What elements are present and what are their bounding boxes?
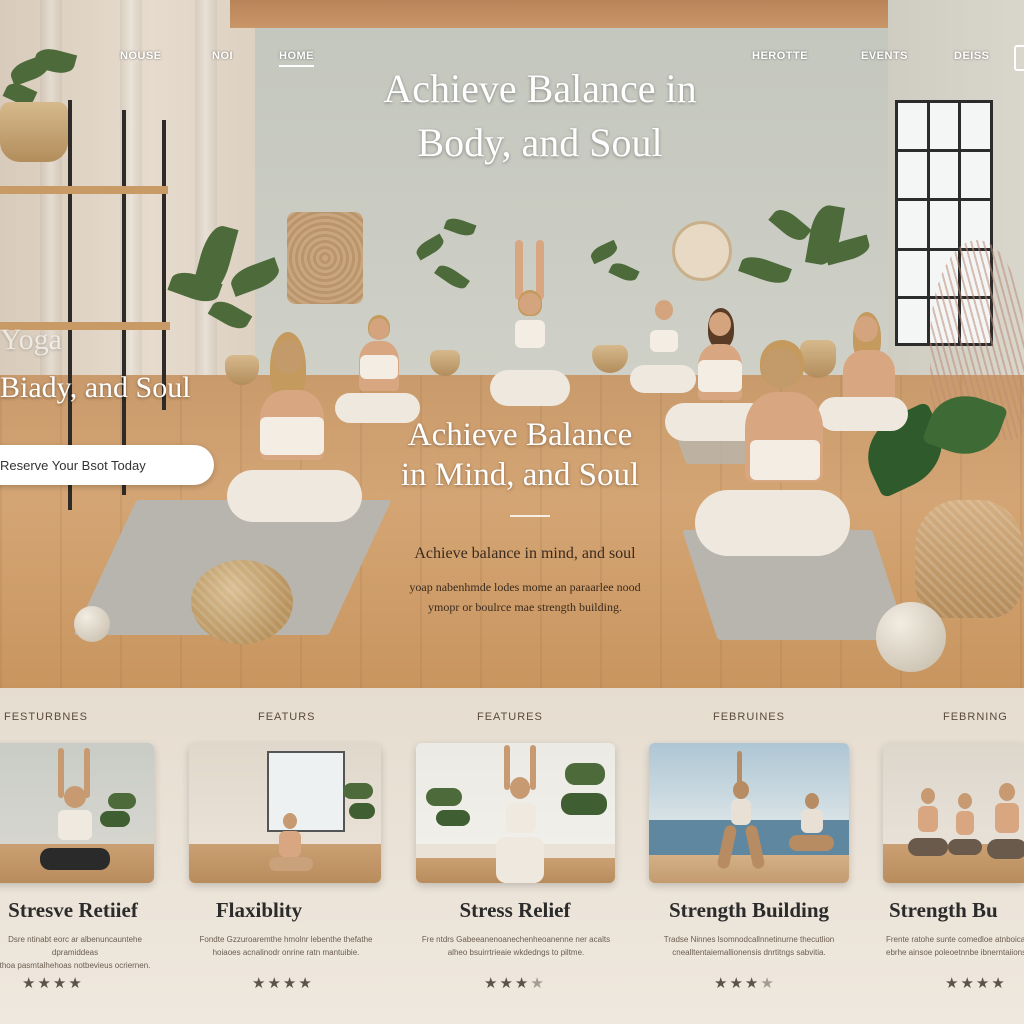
hero-section: NOUSE NOI HOME HEROTTE EVENTS DEISS Achi… <box>0 0 1024 688</box>
feature-title: Strength Bu <box>889 898 998 922</box>
rating-stars: ★★★★ <box>252 974 314 993</box>
menu-edge-icon[interactable] <box>1014 45 1024 71</box>
nav-item-noi[interactable]: NOI <box>212 50 233 62</box>
description-line1: yoap nabenhmde lodes mome an paraarlee n… <box>409 580 641 594</box>
yoga-person <box>690 340 850 560</box>
mid-title: Achieve Balance in Mind, and Soul <box>350 415 690 495</box>
star-icon: ★★★★ <box>252 976 314 992</box>
side-title-line2: Biady, and Soul <box>0 371 191 404</box>
feature-text-line: Tradse Ninnes lsomnodcallnnetinurne thec… <box>663 935 835 944</box>
feature-text: Frente ratohe sunte comedloe atnboicate … <box>886 933 1024 959</box>
nav-item-events[interactable]: EVENTS <box>861 50 908 62</box>
feature-card-image[interactable] <box>649 743 849 883</box>
feature-label: FEATURS <box>258 711 316 723</box>
description-title: Achieve balance in mind, and soul <box>414 545 636 562</box>
rating-stars: ★★★★ <box>22 974 84 993</box>
feature-text-line: cnealltentaiemallionensis dnrtitngs sabv… <box>672 948 826 957</box>
feature-text: Dsre ntinabt eorc ar albenuncauntehe dpr… <box>0 933 160 972</box>
feature-text-line: alheo bsuirrtrieaie wkdedngs to piltme. <box>447 948 585 957</box>
feature-text-line: ebrhe ainsoe poleoetnnbe ibnerntaiions. <box>886 948 1024 957</box>
nav-item-deiss[interactable]: DEISS <box>954 50 990 62</box>
description-body: yoap nabenhmde lodes mome an paraarlee n… <box>355 577 695 617</box>
feature-label: FEBRNING <box>943 711 1008 723</box>
shelf-post <box>122 110 126 495</box>
hero-title-line2: Body, and Soul <box>417 120 663 165</box>
feature-card-image[interactable] <box>883 743 1024 883</box>
side-title: Yoga Biady, and Soul <box>0 316 250 412</box>
divider <box>510 515 550 517</box>
star-icon: ★★★★ <box>945 976 1007 992</box>
description-line2: ymopr or boulrce mae strength building. <box>428 600 622 614</box>
feature-text: Fre ntdrs Gabeeanenoanechenheoanenne ner… <box>416 933 616 959</box>
decor-ball <box>876 602 946 672</box>
feature-card-image[interactable] <box>189 743 381 883</box>
mid-title-line2: in Mind, and Soul <box>400 457 640 493</box>
feature-title: Flaxiblity <box>215 898 303 922</box>
hero-title: Achieve Balance in Body, and Soul <box>320 62 760 170</box>
star-icon: ★ <box>760 976 776 992</box>
feature-card-image[interactable] <box>416 743 615 883</box>
feature-text-line: thoa pasmtalhehoas notbevieus ocriernen. <box>0 961 151 970</box>
reserve-button[interactable]: Reserve Your Bsot Today <box>0 445 214 485</box>
hero-title-line1: Achieve Balance in <box>383 66 697 111</box>
rating-stars: ★★★★ <box>484 974 546 993</box>
star-icon: ★★★★ <box>22 976 84 992</box>
hanging-plant <box>0 40 80 190</box>
nav-item-nouse[interactable]: NOUSE <box>120 50 162 62</box>
feature-text: Tradse Ninnes lsomnodcallnnetinurne thec… <box>649 933 849 959</box>
feature-text-line: Fondte Gzzuroaremthe hmolnr lebenthe the… <box>199 935 373 944</box>
star-icon: ★★★ <box>714 976 761 992</box>
feature-label: FEBRUINES <box>713 711 785 723</box>
mid-title-line1: Achieve Balance <box>407 417 633 453</box>
feature-text: Fondte Gzzuroaremthe hmolnr lebenthe the… <box>186 933 386 959</box>
feature-label: FESTURBNES <box>4 711 88 723</box>
wall-clock-icon <box>672 221 732 281</box>
feature-card-image[interactable] <box>0 743 154 883</box>
decor-ball <box>74 606 110 642</box>
feature-title: Strength Building <box>668 898 830 922</box>
yoga-person <box>490 240 570 410</box>
woven-pouf <box>191 560 293 644</box>
feature-title: Stresve Retiief <box>8 898 138 922</box>
star-icon: ★★★ <box>484 976 531 992</box>
feature-label: FEATURES <box>477 711 543 723</box>
feature-text-line: Frente ratohe sunte comedloe atnboicate <box>886 935 1024 944</box>
star-icon: ★ <box>530 976 546 992</box>
yoga-person <box>330 315 420 425</box>
feature-text-line: hoiaoes acnalinodr onrine ratn mantuibie… <box>212 948 360 957</box>
rating-stars: ★★★★ <box>945 974 1007 993</box>
feature-text-line: Fre ntdrs Gabeeanenoanechenheoanenne ner… <box>421 935 611 944</box>
rating-stars: ★★★★ <box>714 974 776 993</box>
feature-title: Stress Relief <box>459 898 571 922</box>
feature-text-line: Dsre ntinabt eorc ar albenuncauntehe dpr… <box>8 935 142 957</box>
woven-wall-art <box>287 212 363 304</box>
nav-item-home[interactable]: HOME <box>279 50 314 67</box>
side-title-line1: Yoga <box>0 323 62 356</box>
wood-ceiling <box>230 0 910 28</box>
nav-item-herotte[interactable]: HEROTTE <box>752 50 808 62</box>
